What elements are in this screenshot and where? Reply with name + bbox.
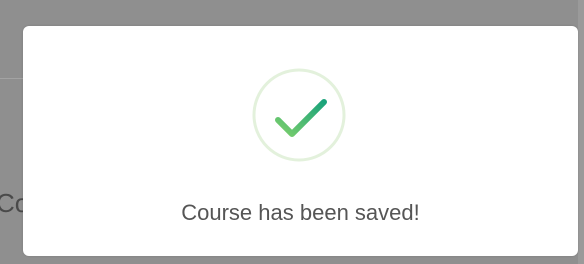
success-dialog: Course has been saved!	[23, 26, 578, 256]
success-message: Course has been saved!	[181, 200, 420, 225]
checkmark-circle-icon	[252, 68, 346, 162]
background-scrollbar-strip	[578, 0, 584, 264]
